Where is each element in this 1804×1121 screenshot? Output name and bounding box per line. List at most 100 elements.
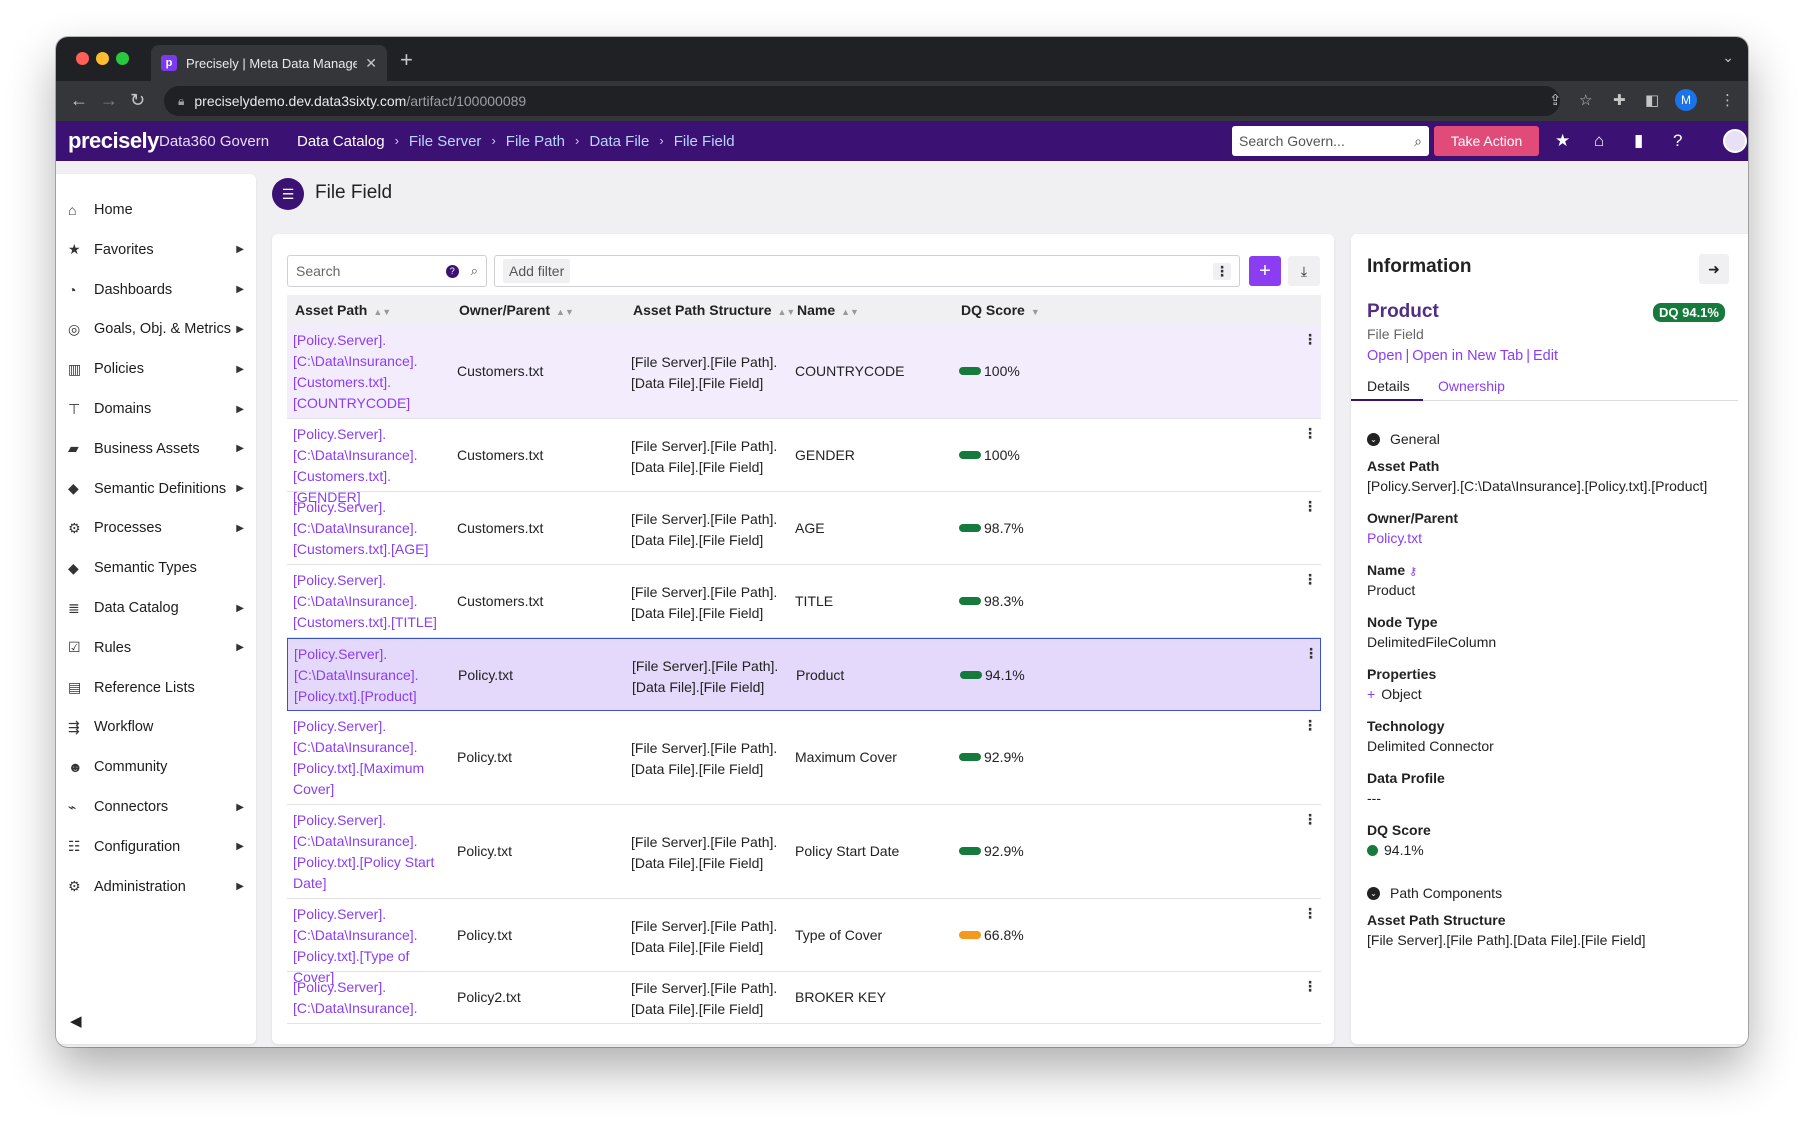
sort-icon[interactable]: ▲▼ <box>556 307 574 317</box>
breadcrumb-file-path[interactable]: File Path <box>506 133 565 150</box>
column-header-name[interactable]: Name ▲▼ <box>797 302 859 318</box>
address-bar[interactable]: 🔒︎ preciselydemo.dev.data3sixty.com/arti… <box>164 86 1560 116</box>
sort-icon[interactable]: ▲▼ <box>841 307 859 317</box>
sidebar-item-goals-obj-metrics[interactable]: ◎ Goals, Obj. & Metrics ▶ <box>56 309 256 349</box>
sidebar-item-processes[interactable]: ⚙ Processes ▶ <box>56 508 256 548</box>
asset-path-link[interactable]: [Policy.Server]. [C:\Data\Insurance]. [Pol… <box>294 644 454 707</box>
owner-link[interactable]: Policy.txt <box>1367 530 1422 546</box>
sidebar-item-rules[interactable]: ☑ Rules ▶ <box>56 628 256 668</box>
table-row[interactable]: [Policy.Server]. [C:\Data\Insurance]. [Cus… <box>287 565 1321 638</box>
reload-icon[interactable]: ↻ <box>130 90 145 111</box>
row-actions-icon[interactable]: ⋮ <box>1303 717 1317 734</box>
minimize-window-button[interactable] <box>96 52 109 65</box>
search-icon[interactable]: ⌕ <box>1414 133 1422 150</box>
user-avatar[interactable] <box>1723 129 1747 153</box>
extensions-icon[interactable]: ✚ <box>1613 91 1626 109</box>
table-row[interactable]: [Policy.Server]. [C:\Data\Insurance]. [Cus… <box>287 325 1321 419</box>
asset-path-link[interactable]: [Policy.Server]. [C:\Data\Insurance]. [Cus… <box>293 497 453 560</box>
row-actions-icon[interactable]: ⋮ <box>1303 905 1317 922</box>
back-icon[interactable]: ← <box>70 90 88 111</box>
tab-details[interactable]: Details <box>1367 378 1410 394</box>
row-actions-icon[interactable]: ⋮ <box>1303 811 1317 828</box>
row-actions-icon[interactable]: ⋮ <box>1303 571 1317 588</box>
properties-value[interactable]: + Object <box>1367 686 1422 702</box>
asset-path-link[interactable]: [Policy.Server]. [C:\Data\Insurance]. [Cus… <box>293 330 453 414</box>
row-actions-icon[interactable]: ⋮ <box>1303 425 1317 442</box>
column-header-asset-path[interactable]: Asset Path ▲▼ <box>295 302 391 318</box>
row-actions-icon[interactable]: ⋮ <box>1303 331 1317 348</box>
table-row[interactable]: [Policy.Server]. [C:\Data\Insurance]. [Cus… <box>287 419 1321 505</box>
asset-name-link[interactable]: Product <box>1367 301 1439 323</box>
add-button[interactable]: + <box>1249 256 1281 286</box>
help-icon[interactable]: ? <box>445 264 459 278</box>
help-icon[interactable]: ? <box>1673 131 1682 151</box>
sort-icon[interactable]: ▲▼ <box>373 307 391 317</box>
edit-link[interactable]: Edit <box>1533 348 1558 364</box>
table-row[interactable]: [Policy.Server]. [C:\Data\Insurance]. [Cus… <box>287 492 1321 565</box>
plus-icon[interactable]: + <box>1367 686 1375 702</box>
sidebar-item-connectors[interactable]: ⌁ Connectors ▶ <box>56 787 256 827</box>
sidebar-item-domains[interactable]: ⊤ Domains ▶ <box>56 389 256 429</box>
breadcrumb-data-catalog[interactable]: Data Catalog <box>297 133 385 150</box>
sidebar-item-administration[interactable]: ⚙ Administration ▶ <box>56 867 256 907</box>
close-window-button[interactable] <box>76 52 89 65</box>
close-tab-icon[interactable]: ✕ <box>365 55 377 72</box>
new-tab-icon[interactable]: + <box>400 47 413 73</box>
row-actions-icon[interactable]: ⋮ <box>1303 978 1317 995</box>
favorites-star-icon[interactable]: ★ <box>1555 131 1570 151</box>
filter-options-icon[interactable]: ⋮ <box>1213 262 1231 280</box>
precisely-logo[interactable]: precisely <box>68 128 159 154</box>
section-path-components[interactable]: ⌄ Path Components <box>1367 885 1502 901</box>
browser-menu-icon[interactable]: ⋮ <box>1720 91 1735 109</box>
column-header-structure[interactable]: Asset Path Structure ▲▼ <box>633 302 795 318</box>
column-header-dq-score[interactable]: DQ Score ▼ <box>961 302 1040 318</box>
sidebar-item-data-catalog[interactable]: ≣ Data Catalog ▶ <box>56 588 256 628</box>
collapse-panel-icon[interactable]: ➜ <box>1699 254 1729 284</box>
add-filter-button[interactable]: Add filter <box>503 259 571 283</box>
filter-bar[interactable]: Add filter ⋮ <box>494 255 1240 287</box>
table-row[interactable]: [Policy.Server]. [C:\Data\Insurance]. [Pol… <box>287 711 1321 805</box>
table-row[interactable]: [Policy.Server]. [C:\Data\Insurance]. Poli… <box>287 972 1321 1024</box>
collapse-sidebar-icon[interactable]: ◀ <box>70 1012 82 1030</box>
chevron-down-icon[interactable]: ⌄ <box>1722 49 1734 66</box>
search-input[interactable]: Search ? ⌕ <box>287 255 487 287</box>
bookmark-icon[interactable]: ▮ <box>1634 131 1643 151</box>
sidebar-item-semantic-definitions[interactable]: ◆ Semantic Definitions ▶ <box>56 469 256 509</box>
sidebar-item-workflow[interactable]: ⇶ Workflow <box>56 707 256 747</box>
asset-path-link[interactable]: [Policy.Server]. [C:\Data\Insurance]. [Pol… <box>293 716 453 800</box>
sort-icon[interactable]: ▲▼ <box>777 307 795 317</box>
sidebar-item-semantic-types[interactable]: ◆ Semantic Types <box>56 548 256 588</box>
maximize-window-button[interactable] <box>116 52 129 65</box>
sidepanel-icon[interactable]: ◧ <box>1645 91 1659 109</box>
global-search-input[interactable]: Search Govern... ⌕ <box>1232 126 1429 156</box>
sidebar-item-dashboards[interactable]: ◔ Dashboards ▶ <box>56 270 256 310</box>
forward-icon[interactable]: → <box>100 90 118 111</box>
open-link[interactable]: Open <box>1367 348 1402 364</box>
asset-path-link[interactable]: [Policy.Server]. [C:\Data\Insurance]. <box>293 977 453 1019</box>
browser-tab[interactable]: p Precisely | Meta Data Managem ✕ <box>151 45 387 81</box>
table-row[interactable]: [Policy.Server]. [C:\Data\Insurance]. [Pol… <box>287 805 1321 899</box>
breadcrumb-file-server[interactable]: File Server <box>409 133 482 150</box>
table-row[interactable]: [Policy.Server]. [C:\Data\Insurance]. [Pol… <box>287 899 1321 985</box>
sidebar-item-community[interactable]: ☻ Community <box>56 747 256 787</box>
breadcrumb-data-file[interactable]: Data File <box>589 133 649 150</box>
sidebar-item-policies[interactable]: ▥ Policies ▶ <box>56 349 256 389</box>
table-row[interactable]: [Policy.Server]. [C:\Data\Insurance]. [Pol… <box>287 638 1321 711</box>
bookmark-star-icon[interactable]: ☆ <box>1579 91 1592 109</box>
search-icon[interactable]: ⌕ <box>471 263 478 279</box>
profile-avatar[interactable]: M <box>1675 89 1697 111</box>
asset-path-link[interactable]: [Policy.Server]. [C:\Data\Insurance]. [Cus… <box>293 570 453 633</box>
home-icon[interactable]: ⌂ <box>1594 131 1604 151</box>
sidebar-item-home[interactable]: ⌂ Home <box>56 190 256 230</box>
share-icon[interactable]: ⇪ <box>1549 91 1562 109</box>
breadcrumb-file-field[interactable]: File Field <box>674 133 735 150</box>
download-icon[interactable]: ⤓ <box>1288 256 1320 286</box>
sidebar-item-favorites[interactable]: ★ Favorites ▶ <box>56 230 256 270</box>
row-actions-icon[interactable]: ⋮ <box>1303 498 1317 515</box>
sidebar-item-business-assets[interactable]: ▰ Business Assets ▶ <box>56 429 256 469</box>
tab-ownership[interactable]: Ownership <box>1438 378 1505 394</box>
take-action-button[interactable]: Take Action <box>1434 126 1539 156</box>
open-new-tab-link[interactable]: Open in New Tab <box>1412 348 1523 364</box>
sidebar-item-reference-lists[interactable]: ▤ Reference Lists <box>56 668 256 708</box>
row-actions-icon[interactable]: ⋮ <box>1304 645 1318 662</box>
